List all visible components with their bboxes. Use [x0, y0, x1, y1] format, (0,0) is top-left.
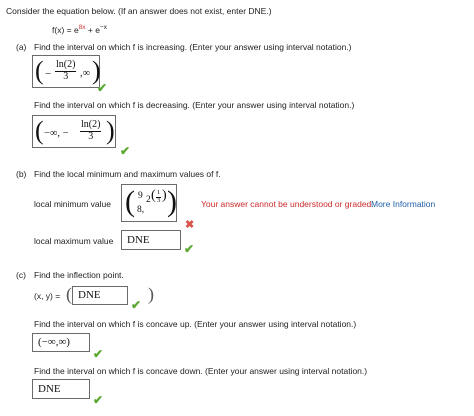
local-min-bottom: 8,	[137, 205, 145, 215]
concave-up-answer: (−∞,∞)	[38, 336, 70, 348]
close-paren: )	[167, 185, 177, 218]
open-paren: (	[125, 185, 135, 218]
close-paren: )	[106, 116, 115, 145]
equation: f(x) = e8x + e−x	[52, 24, 107, 35]
increasing-answer-field[interactable]: ( − ln(2) 3 ,∞ )	[32, 55, 101, 88]
inflection-answer-field[interactable]: DNE	[72, 286, 128, 305]
decreasing-fraction: ln(2) 3	[80, 119, 102, 142]
local-min-exp-den: 3	[157, 196, 161, 204]
equation-exp2: −x	[99, 24, 108, 31]
check-icon: ✔	[93, 347, 104, 361]
error-message: Your answer cannot be understood or grad…	[201, 199, 374, 209]
open-paren: (	[35, 56, 44, 85]
local-max-answer: DNE	[127, 234, 150, 246]
decreasing-fraction-den: 3	[88, 130, 94, 142]
xy-label: (x, y) =	[34, 291, 61, 301]
local-min-label: local minimum value	[34, 199, 111, 209]
concave-down-answer-field[interactable]: DNE	[32, 379, 90, 399]
check-icon: ✔	[93, 393, 104, 407]
decreasing-start: −∞, −	[44, 128, 69, 139]
part-c-question-concave-up: Find the interval on which f is concave …	[34, 319, 357, 329]
equation-mid: + e	[85, 24, 100, 35]
equation-lhs: f(x) = e	[52, 24, 79, 35]
more-information-link[interactable]: More Information	[371, 199, 435, 209]
part-c-label: (c)	[16, 270, 26, 280]
xy-close-paren: )	[148, 284, 154, 304]
increasing-fraction: ln(2) 3	[55, 59, 77, 82]
part-c-question-concave-down: Find the interval on which f is concave …	[34, 366, 368, 376]
concave-up-answer-field[interactable]: (−∞,∞)	[32, 333, 90, 352]
local-max-answer-field[interactable]: DNE	[121, 230, 181, 250]
equation-exp1: 8x	[78, 24, 86, 31]
part-a-question-increasing: Find the interval on which f is increasi…	[34, 42, 352, 52]
part-b-question: Find the local minimum and maximum value…	[34, 169, 221, 179]
open-paren: (	[151, 188, 156, 203]
inflection-answer: DNE	[78, 289, 101, 301]
local-min-top-num: 9	[138, 191, 143, 201]
local-min-answer-field[interactable]: ( 9 2 ( 1 3 ) 8, )	[121, 184, 177, 222]
local-max-label: local maximum value	[34, 236, 114, 246]
increasing-fraction-den: 3	[63, 70, 69, 82]
incorrect-icon: ✖	[185, 219, 195, 231]
check-icon: ✔	[120, 144, 131, 158]
concave-down-answer: DNE	[38, 383, 61, 395]
intro-text: Consider the equation below. (If an answ…	[6, 6, 272, 16]
check-icon: ✔	[184, 242, 195, 256]
check-icon: ✔	[131, 298, 142, 312]
increasing-rest: ,∞	[80, 68, 91, 79]
increasing-fraction-num: ln(2)	[55, 59, 77, 72]
open-paren: (	[35, 116, 44, 145]
part-a-question-decreasing: Find the interval on which f is decreasi…	[34, 100, 355, 110]
decreasing-answer-field[interactable]: ( −∞, − ln(2) 3 )	[32, 115, 116, 148]
increasing-minus: −	[45, 68, 52, 80]
local-min-exponent: 1 3	[156, 189, 162, 205]
part-a-label: (a)	[16, 42, 27, 52]
decreasing-fraction-num: ln(2)	[80, 119, 102, 132]
part-c-question-inflection: Find the inflection point.	[34, 270, 124, 280]
close-paren: )	[162, 188, 167, 203]
part-b-label: (b)	[16, 169, 27, 179]
check-icon: ✔	[97, 81, 108, 95]
